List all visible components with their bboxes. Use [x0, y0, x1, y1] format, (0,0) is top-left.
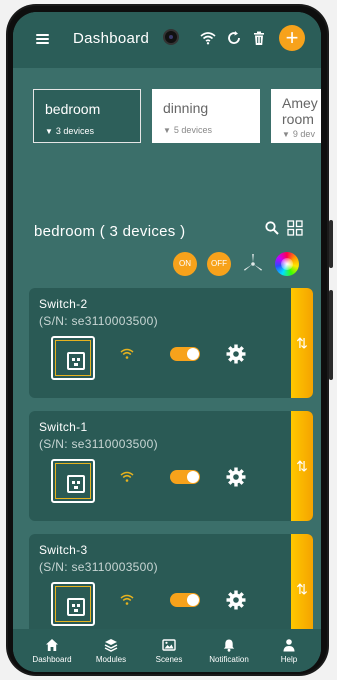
wifi-icon: ▼: [45, 127, 53, 136]
all-off-button[interactable]: OFF: [207, 252, 231, 276]
gear-icon[interactable]: [226, 467, 246, 487]
wifi-icon[interactable]: [200, 30, 216, 46]
power-toggle[interactable]: [170, 470, 200, 484]
device-serial: (S/N: se3110003500): [39, 437, 158, 451]
power-toggle[interactable]: [170, 593, 200, 607]
nav-label: Notification: [209, 655, 249, 664]
room-name: Amey room: [282, 95, 318, 127]
room-name: bedroom: [45, 101, 101, 117]
room-device-count: ▼ 5 devices: [163, 125, 212, 135]
gear-icon[interactable]: [226, 344, 246, 364]
layers-icon: [104, 639, 118, 652]
room-card-dinning[interactable]: dinning ▼ 5 devices: [152, 89, 260, 143]
device-serial: (S/N: se3110003500): [39, 560, 158, 574]
reorder-handle[interactable]: ⇅: [291, 411, 313, 521]
reorder-handle[interactable]: ⇅: [291, 534, 313, 644]
front-camera: [163, 29, 179, 45]
socket-icon[interactable]: [51, 336, 95, 380]
room-device-count: ▼ 3 devices: [45, 126, 94, 136]
wifi-icon: ▼: [282, 130, 290, 139]
nav-scenes[interactable]: Scenes: [141, 629, 197, 672]
nav-label: Dashboard: [32, 655, 72, 664]
person-icon: [283, 639, 295, 652]
room-device-count: ▼ 9 dev: [282, 129, 315, 139]
app-screen: Dashboard + bedroom ▼3 devices dinning: [13, 12, 321, 672]
wifi-icon: [120, 471, 134, 482]
socket-icon[interactable]: [51, 459, 95, 503]
nav-notification[interactable]: Notification: [201, 629, 257, 672]
nav-label: Help: [280, 655, 298, 664]
wifi-icon: ▼: [163, 126, 171, 135]
grid-view-icon[interactable]: [287, 220, 303, 236]
nav-help[interactable]: Help: [261, 629, 317, 672]
socket-icon[interactable]: [51, 582, 95, 626]
nav-dashboard[interactable]: Dashboard: [23, 629, 81, 672]
bottom-nav: Dashboard Modules Scenes Notification He…: [13, 629, 321, 672]
gear-icon[interactable]: [226, 590, 246, 610]
device-card: Switch-2 (S/N: se3110003500) ⇅: [29, 288, 313, 398]
image-icon: [162, 639, 176, 651]
room-card-amey-room[interactable]: Amey room ▼ 9 dev: [271, 89, 321, 143]
room-name: dinning: [163, 100, 209, 116]
home-icon: [46, 639, 58, 651]
trash-icon[interactable]: [251, 30, 267, 46]
section-title: bedroom ( 3 devices ): [34, 223, 186, 240]
menu-icon[interactable]: [36, 34, 49, 44]
all-on-button[interactable]: ON: [173, 252, 197, 276]
search-icon[interactable]: [265, 221, 279, 235]
fan-icon[interactable]: [241, 252, 265, 276]
wifi-icon: [120, 594, 134, 605]
nav-label: Scenes: [155, 655, 183, 664]
device-card: Switch-1 (S/N: se3110003500) ⇅: [29, 411, 313, 521]
reorder-handle[interactable]: ⇅: [291, 288, 313, 398]
nav-label: Modules: [95, 655, 127, 664]
room-selector: bedroom ▼ 3 devices dinning ▼ 5 devices Am…: [13, 78, 321, 178]
device-card: Switch-3 (S/N: se3110003500) ⇅: [29, 534, 313, 644]
power-button: [329, 290, 333, 380]
bell-icon: [223, 639, 235, 652]
volume-button: [329, 220, 333, 268]
room-card-bedroom[interactable]: bedroom ▼ 3 devices: [33, 89, 141, 143]
color-picker-icon[interactable]: [275, 252, 299, 276]
power-toggle[interactable]: [170, 347, 200, 361]
device-serial: (S/N: se3110003500): [39, 314, 158, 328]
device-name: Switch-3: [39, 543, 88, 557]
page-title: Dashboard: [73, 30, 150, 47]
refresh-icon[interactable]: [226, 30, 242, 46]
add-button[interactable]: +: [279, 25, 305, 51]
app-header: Dashboard +: [13, 12, 321, 68]
nav-modules[interactable]: Modules: [83, 629, 139, 672]
wifi-icon: [120, 348, 134, 359]
device-name: Switch-1: [39, 420, 88, 434]
device-name: Switch-2: [39, 297, 88, 311]
